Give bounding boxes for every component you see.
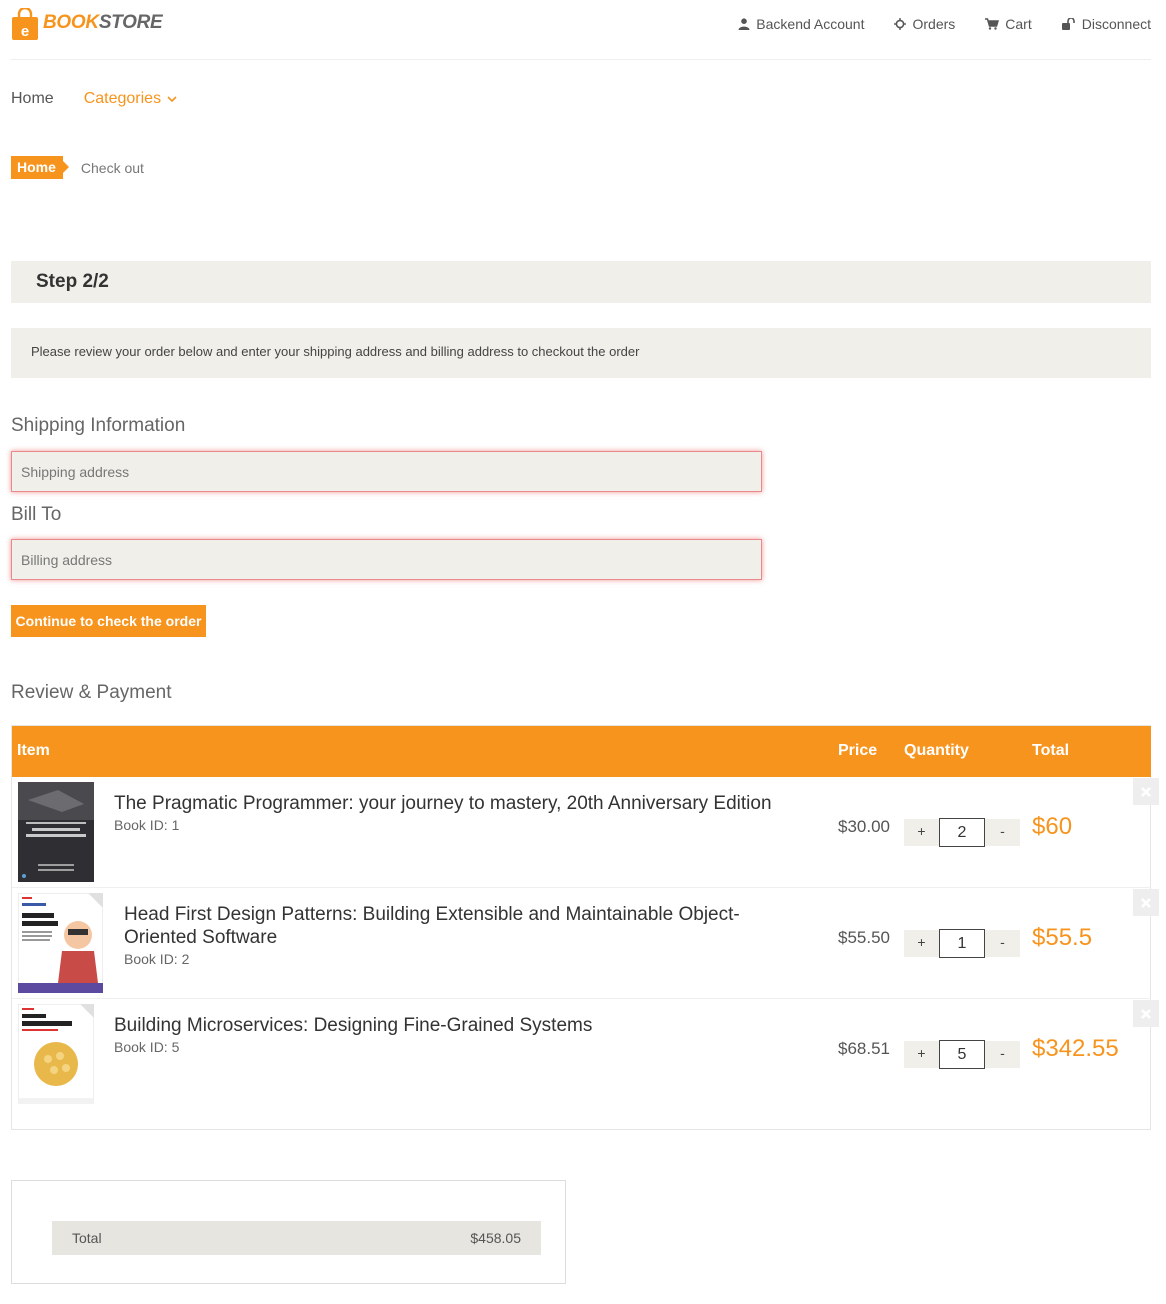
quantity-input[interactable]: 5: [939, 1040, 985, 1069]
table-row: The Pragmatic Programmer: your journey t…: [12, 777, 1159, 888]
header-total: Total: [1032, 742, 1070, 759]
orders-link[interactable]: Orders: [894, 16, 955, 32]
site-header: e BOOKSTORE Backend Account Orders Cart …: [11, 0, 1151, 60]
user-icon: [738, 18, 750, 30]
shipping-title: Shipping Information: [11, 415, 186, 436]
summary-total-value: $458.05: [470, 1230, 521, 1246]
quantity-input[interactable]: 2: [939, 818, 985, 847]
table-row: Head First Design Patterns: Building Ext…: [12, 888, 1159, 999]
book-id: Book ID: 5: [114, 1039, 180, 1055]
quantity-stepper: + 5 -: [904, 1040, 1020, 1069]
table-header: Item Price Quantity Total: [12, 726, 1151, 777]
nav-categories[interactable]: Categories: [84, 90, 177, 108]
summary-total-label: Total: [72, 1230, 102, 1246]
increase-button[interactable]: +: [904, 930, 939, 957]
logo-letter: e: [21, 23, 29, 40]
cart-icon: [985, 18, 1000, 30]
book-cover-image: [17, 892, 104, 994]
continue-button[interactable]: Continue to check the order: [11, 605, 206, 637]
order-table: Item Price Quantity Total The Pragmatic …: [11, 725, 1159, 1130]
decrease-button[interactable]: -: [985, 819, 1020, 846]
close-icon: [1141, 1008, 1151, 1019]
book-id: Book ID: 2: [124, 951, 190, 967]
nav-home[interactable]: Home: [11, 90, 54, 108]
shipping-address-input[interactable]: [11, 451, 762, 492]
unit-price: $55.50: [838, 928, 890, 947]
close-icon: [1141, 786, 1151, 797]
increase-button[interactable]: +: [904, 819, 939, 846]
book-title[interactable]: The Pragmatic Programmer: your journey t…: [114, 792, 814, 815]
chevron-down-icon: [167, 96, 177, 103]
billing-title: Bill To: [11, 504, 62, 525]
line-total: $60: [1032, 813, 1073, 840]
remove-item-button[interactable]: [1133, 1000, 1159, 1027]
header-item: Item: [17, 742, 50, 759]
decrease-button[interactable]: -: [985, 1041, 1020, 1068]
decrease-button[interactable]: -: [985, 930, 1020, 957]
breadcrumb-home[interactable]: Home: [11, 156, 69, 179]
quantity-stepper: + 1 -: [904, 929, 1020, 958]
unit-price: $68.51: [838, 1039, 890, 1058]
quantity-stepper: + 2 -: [904, 818, 1020, 847]
book-id: Book ID: 1: [114, 817, 180, 833]
backend-account-link[interactable]: Backend Account: [738, 16, 864, 32]
breadcrumb: Home Check out: [11, 156, 144, 179]
order-summary: Total $458.05: [11, 1180, 566, 1284]
cart-link[interactable]: Cart: [985, 16, 1032, 32]
book-title[interactable]: Building Microservices: Designing Fine-G…: [114, 1014, 814, 1037]
line-total: $342.55: [1032, 1035, 1119, 1062]
header-quantity: Quantity: [904, 742, 969, 759]
book-title[interactable]: Head First Design Patterns: Building Ext…: [124, 903, 804, 949]
increase-button[interactable]: +: [904, 1041, 939, 1068]
step-indicator: Step 2/2: [11, 261, 1151, 303]
review-title: Review & Payment: [11, 682, 172, 703]
line-total: $55.5: [1032, 924, 1093, 951]
crosshair-icon: [894, 18, 907, 30]
billing-address-input[interactable]: [11, 539, 762, 580]
main-nav: Home Categories: [11, 90, 177, 108]
remove-item-button[interactable]: [1133, 778, 1159, 805]
disconnect-link[interactable]: Disconnect: [1061, 16, 1151, 32]
account-links: Backend Account Orders Cart Disconnect: [738, 16, 1151, 32]
close-icon: [1141, 897, 1151, 908]
brand-logo[interactable]: e BOOKSTORE: [11, 6, 163, 40]
checkout-notice: Please review your order below and enter…: [11, 328, 1151, 378]
table-row: Building Microservices: Designing Fine-G…: [12, 999, 1159, 1110]
remove-item-button[interactable]: [1133, 889, 1159, 916]
book-cover-image: [18, 782, 94, 882]
summary-total-row: Total $458.05: [52, 1221, 541, 1255]
unlock-icon: [1061, 18, 1075, 30]
quantity-input[interactable]: 1: [939, 929, 985, 958]
book-cover-image: [17, 1003, 95, 1105]
brand-name: BOOKSTORE: [43, 12, 163, 33]
unit-price: $30.00: [838, 817, 890, 836]
breadcrumb-current: Check out: [80, 159, 144, 176]
header-price: Price: [838, 742, 878, 759]
shopping-bag-icon: e: [11, 6, 39, 40]
